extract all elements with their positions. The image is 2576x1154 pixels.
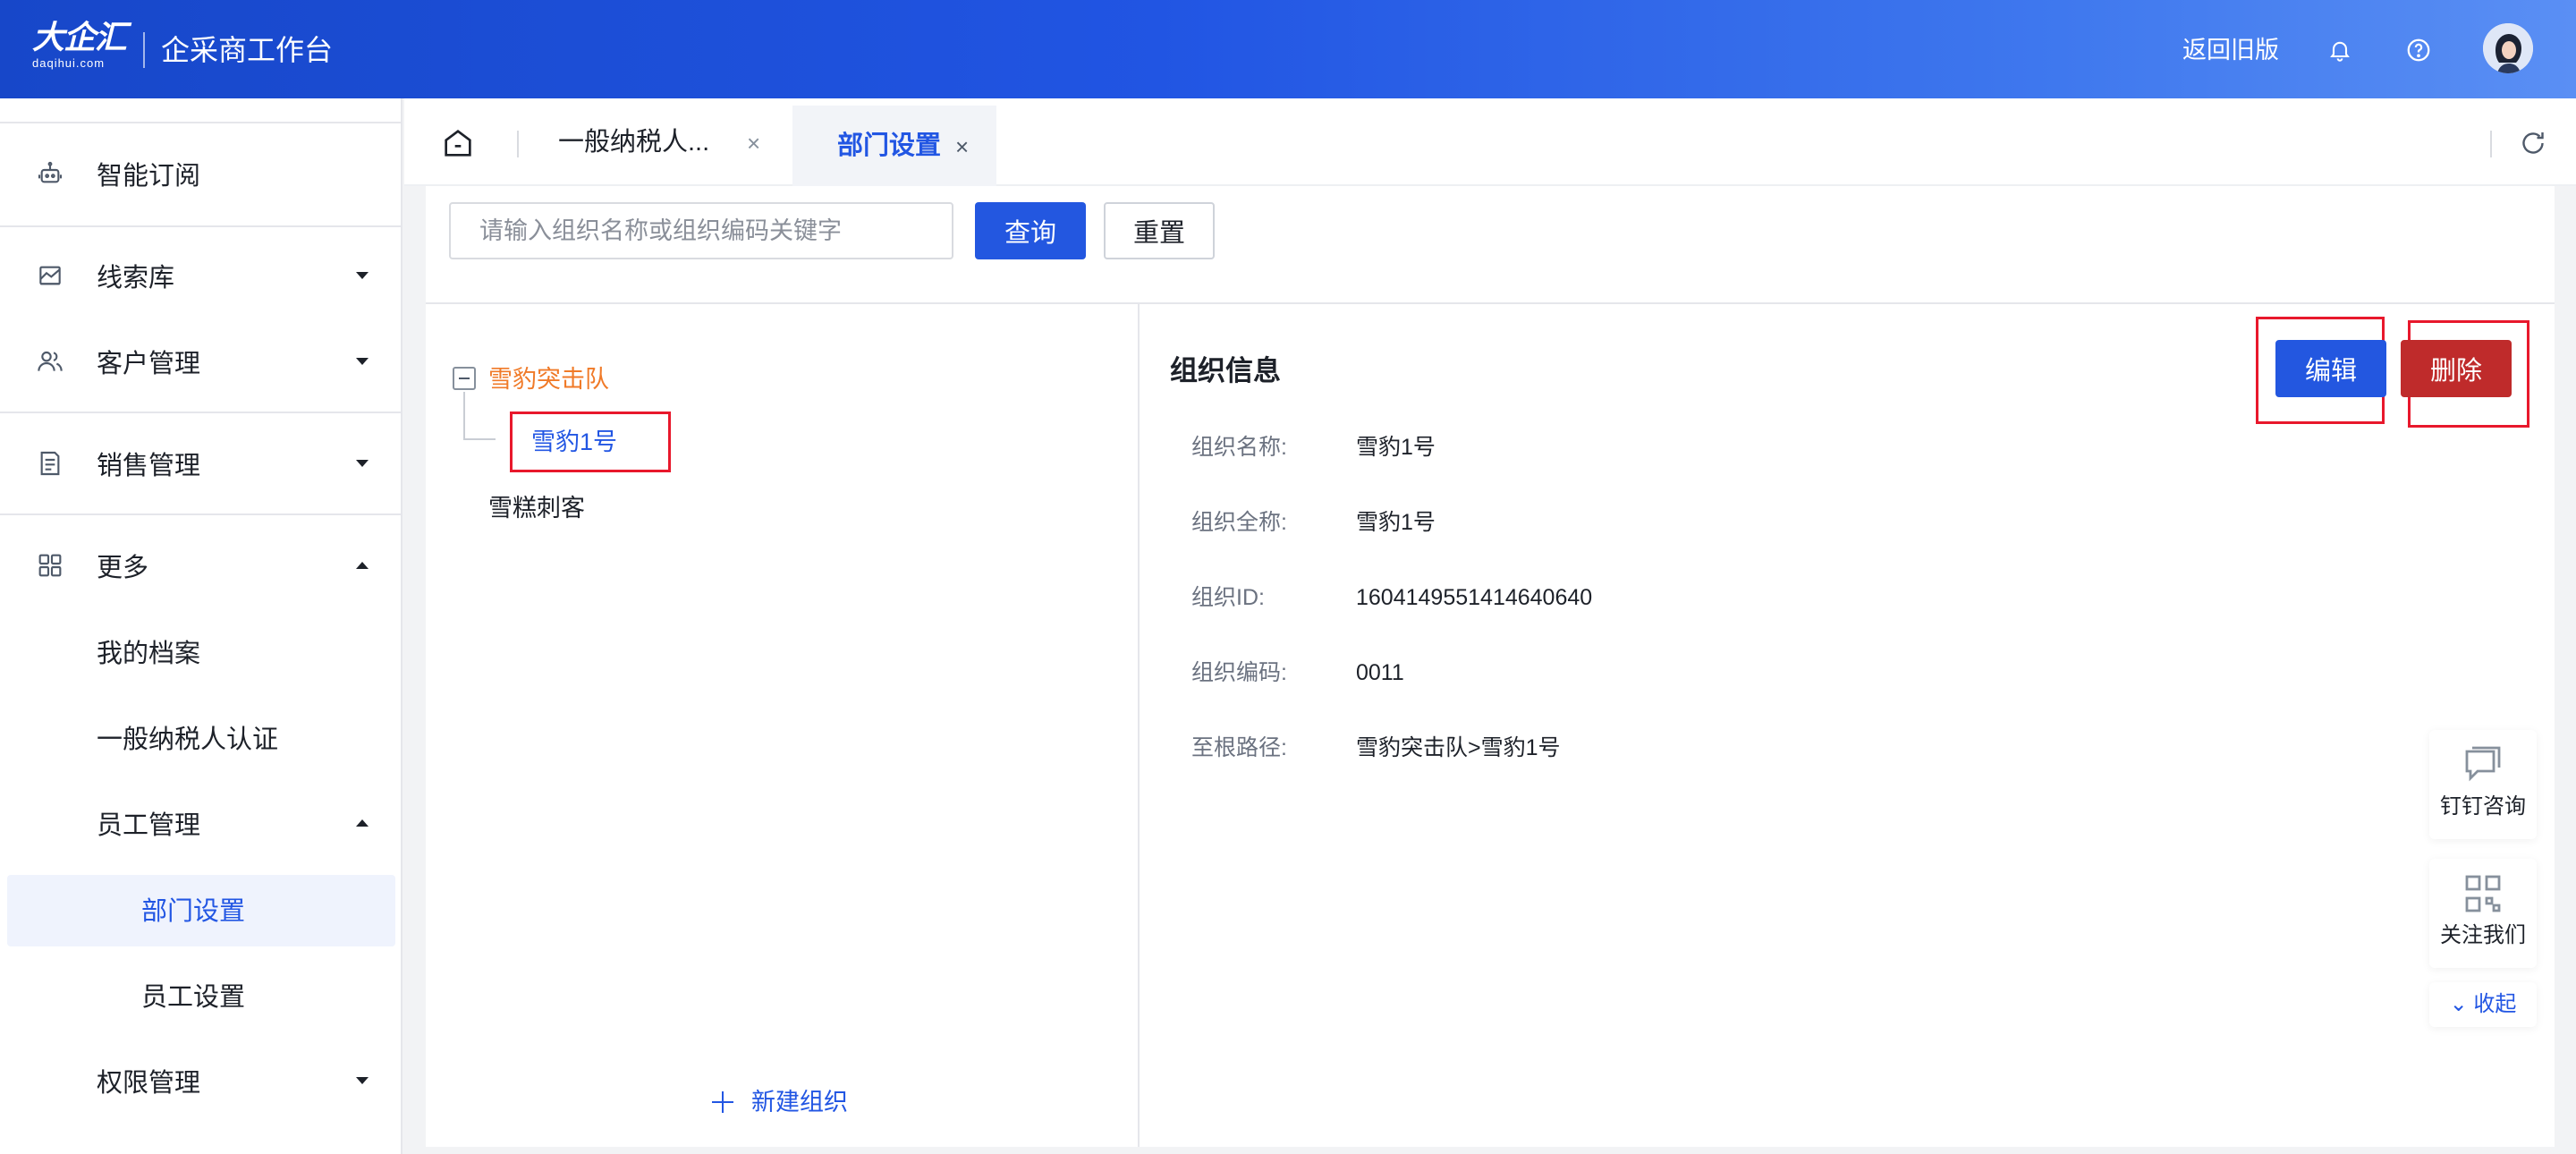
chevron-up-icon xyxy=(356,562,369,569)
field-value: 1604149551414640640 xyxy=(1356,585,1593,610)
tab-label: 部门设置 xyxy=(837,132,942,160)
reset-button[interactable]: 重置 xyxy=(1104,202,1215,259)
tree-node-child[interactable]: 雪豹1号 xyxy=(531,424,617,460)
tab-taxpayer[interactable]: 一般纳税人... xyxy=(558,122,709,163)
plus-icon[interactable] xyxy=(712,1091,733,1113)
chart-icon xyxy=(39,266,61,285)
search-input[interactable] xyxy=(449,202,953,259)
tab-bar: 一般纳税人... × 部门设置 × xyxy=(404,98,2576,186)
header-divider xyxy=(143,32,145,68)
chevron-down-icon xyxy=(356,272,369,279)
grid-icon xyxy=(38,554,62,577)
sidebar: 智能订阅 线索库 客户管理 销售管理 更多 我的档案 一般纳税人认证 员工管理 … xyxy=(0,98,402,1154)
field-label: 组织编码: xyxy=(1191,660,1287,685)
sidebar-divider xyxy=(0,225,402,227)
divider xyxy=(426,302,2555,304)
sidebar-item-employee-settings[interactable]: 员工设置 xyxy=(0,952,402,1038)
sidebar-item-customers[interactable]: 客户管理 xyxy=(0,318,402,404)
return-old-version-link[interactable]: 返回旧版 xyxy=(2182,32,2279,68)
query-button[interactable]: 查询 xyxy=(975,202,1086,259)
follow-us-button[interactable]: 关注我们 xyxy=(2429,859,2537,968)
field-value: 雪豹1号 xyxy=(1356,435,1436,460)
chat-icon xyxy=(2465,746,2501,782)
chevron-down-icon xyxy=(356,1077,369,1084)
sidebar-item-more[interactable]: 更多 xyxy=(0,522,402,608)
field-label: 至根路径: xyxy=(1191,735,1287,760)
close-icon[interactable]: × xyxy=(747,125,760,161)
field-value: 雪豹1号 xyxy=(1356,510,1436,535)
field-value: 0011 xyxy=(1356,660,1404,685)
dingtalk-consult-button[interactable]: 钉钉咨询 xyxy=(2429,730,2537,839)
sidebar-item-label: 权限管理 xyxy=(97,1069,201,1098)
tree-connector xyxy=(463,438,496,440)
sidebar-item-label: 更多 xyxy=(97,554,149,582)
sidebar-item-label: 销售管理 xyxy=(97,452,201,480)
robot-icon xyxy=(38,161,63,183)
sidebar-item-label: 员工设置 xyxy=(141,983,246,1012)
field-label: 组织全称: xyxy=(1191,510,1287,535)
logo-text: 大企汇 xyxy=(32,20,127,56)
sidebar-item-permissions[interactable]: 权限管理 xyxy=(0,1038,402,1124)
sidebar-item-sales[interactable]: 销售管理 xyxy=(0,420,402,506)
tree-connector xyxy=(463,392,465,438)
sidebar-divider xyxy=(0,122,402,123)
document-icon xyxy=(40,451,60,476)
edit-button[interactable]: 编辑 xyxy=(2275,340,2386,397)
sidebar-item-label: 客户管理 xyxy=(97,350,201,378)
collapse-toggle-icon[interactable] xyxy=(453,367,476,390)
sidebar-item-label: 我的档案 xyxy=(97,640,201,668)
users-icon xyxy=(38,351,63,371)
chevron-down-icon xyxy=(356,460,369,467)
tree-node-other[interactable]: 雪糕刺客 xyxy=(488,490,585,526)
main-panel: 查询 重置 雪豹突击队 雪豹1号 雪糕刺客 新建组织 组织信息 编辑 删除 组织… xyxy=(426,186,2555,1147)
divider xyxy=(1138,302,1140,1147)
chevron-down-icon: ⌄ xyxy=(2449,992,2468,1016)
sidebar-item-label: 一般纳税人认证 xyxy=(97,725,279,754)
close-icon[interactable]: × xyxy=(955,129,969,165)
qrcode-icon xyxy=(2465,875,2501,912)
info-title: 组织信息 xyxy=(1170,355,1281,386)
sidebar-item-smart-subscribe[interactable]: 智能订阅 xyxy=(0,131,402,216)
delete-button[interactable]: 删除 xyxy=(2401,340,2512,397)
float-label: 关注我们 xyxy=(2440,923,2526,947)
new-org-button[interactable]: 新建组织 xyxy=(751,1084,848,1120)
sidebar-item-label: 线索库 xyxy=(97,264,175,293)
tab-divider xyxy=(2490,131,2492,157)
sidebar-item-staff-management[interactable]: 员工管理 xyxy=(0,780,402,866)
sidebar-item-leads[interactable]: 线索库 xyxy=(0,233,402,318)
logo-subtext: daqihui.com xyxy=(32,56,106,70)
sidebar-item-my-profile[interactable]: 我的档案 xyxy=(0,608,402,694)
sidebar-divider xyxy=(0,513,402,515)
logo[interactable]: 大企汇 daqihui.com xyxy=(32,20,127,70)
refresh-icon[interactable] xyxy=(2517,127,2549,159)
tree-node-root[interactable]: 雪豹突击队 xyxy=(488,361,609,397)
tab-department-settings[interactable]: 部门设置 × xyxy=(792,106,996,186)
top-header: 大企汇 daqihui.com 企采商工作台 返回旧版 xyxy=(0,0,2576,98)
home-icon[interactable] xyxy=(440,125,476,161)
chevron-down-icon xyxy=(356,358,369,365)
chevron-up-icon xyxy=(356,819,369,827)
help-icon[interactable] xyxy=(2401,32,2436,68)
sidebar-item-label: 员工管理 xyxy=(97,811,201,840)
app-title: 企采商工作台 xyxy=(161,34,334,66)
field-value: 雪豹突击队>雪豹1号 xyxy=(1356,735,1561,760)
sidebar-item-label: 智能订阅 xyxy=(97,162,201,191)
sidebar-item-department-settings[interactable]: 部门设置 xyxy=(0,866,402,952)
tab-divider xyxy=(517,131,519,157)
collapse-label: 收起 xyxy=(2473,992,2517,1016)
sidebar-item-taxpayer-auth[interactable]: 一般纳税人认证 xyxy=(0,694,402,780)
collapse-button[interactable]: ⌄ 收起 xyxy=(2429,982,2537,1027)
field-label: 组织ID: xyxy=(1191,585,1265,610)
sidebar-item-label: 部门设置 xyxy=(141,897,246,926)
user-avatar[interactable] xyxy=(2483,23,2533,73)
sidebar-divider xyxy=(0,412,402,413)
bell-icon[interactable] xyxy=(2322,32,2358,68)
float-label: 钉钉咨询 xyxy=(2440,794,2526,819)
field-label: 组织名称: xyxy=(1191,435,1287,460)
